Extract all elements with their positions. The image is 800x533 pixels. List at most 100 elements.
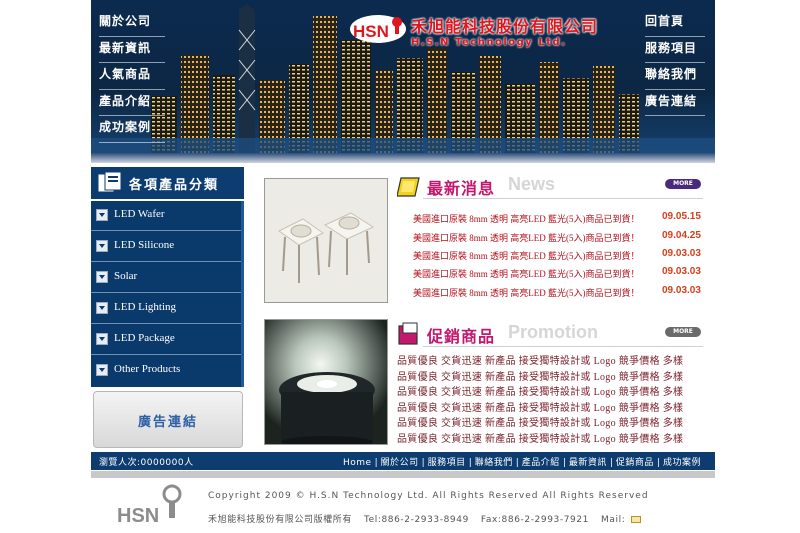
category-item-label: Solar — [114, 270, 138, 282]
svg-text:HSN: HSN — [353, 22, 389, 41]
promotion-item[interactable]: 品質優良 交貨迅速 新產品 接受獨特設計或 Logo 競爭價格 多樣 — [397, 368, 703, 383]
promotion-title-cn: 促銷商品 — [427, 327, 496, 346]
nav-separator: | — [515, 458, 519, 468]
visitor-counter: 瀏覽人次:0000000人 — [99, 458, 194, 468]
news-item-title: 美國進口原裝 8mm 透明 高亮LED 藍光(5入)商品已到貨！ — [413, 288, 640, 298]
news-title-en: News — [508, 174, 556, 194]
nav-separator: | — [421, 458, 425, 468]
category-item-led-wafer[interactable]: LED Wafer — [91, 201, 241, 231]
nav-services[interactable]: 服務項目 — [645, 37, 705, 63]
promotion-divider — [423, 346, 703, 347]
promotion-item[interactable]: 品質優良 交貨迅速 新產品 接受獨特設計或 Logo 競爭價格 多樣 — [397, 352, 703, 367]
category-item-label: LED Silicone — [114, 239, 175, 251]
nav-success-cases[interactable]: 成功案例 — [99, 116, 165, 143]
header-banner: 關於公司 最新資訊 人氣商品 產品介紹 成功案例 HSN 禾旭能科技股份有限公司… — [91, 0, 715, 153]
news-item-date: 09.04.25 — [662, 230, 701, 241]
bottom-nav-about[interactable]: 關於公司 — [381, 458, 419, 468]
news-icon — [397, 177, 420, 197]
category-item-led-silicone[interactable]: LED Silicone — [91, 232, 241, 262]
news-section-header: 最新消息 News MORE — [397, 174, 703, 199]
category-item-led-package[interactable]: LED Package — [91, 325, 241, 355]
led-lamp-photo — [264, 319, 388, 445]
chevron-down-icon — [96, 364, 108, 376]
hsn-logo: HSN — [350, 15, 406, 43]
promotion-item[interactable]: 品質優良 交貨迅速 新產品 接受獨特設計或 Logo 競爭價格 多樣 — [397, 414, 703, 429]
news-divider — [423, 198, 703, 199]
bottom-nav-success-cases[interactable]: 成功案例 — [663, 458, 701, 468]
news-item-title: 美國進口原裝 8mm 透明 高亮LED 藍光(5入)商品已到貨！ — [413, 233, 640, 243]
news-item-title: 美國進口原裝 8mm 透明 高亮LED 藍光(5入)商品已到貨！ — [413, 251, 640, 261]
category-item-solar[interactable]: Solar — [91, 263, 241, 293]
news-more-button[interactable]: MORE — [665, 179, 701, 189]
news-item-title: 美國進口原裝 8mm 透明 高亮LED 藍光(5入)商品已到貨！ — [413, 214, 640, 224]
news-item-date: 09.05.15 — [662, 211, 701, 222]
category-sidebar: 各項產品分類 LED Wafer LED Silicone Solar LED … — [91, 167, 244, 387]
nav-about[interactable]: 關於公司 — [99, 10, 165, 37]
news-item[interactable]: 美國進口原裝 8mm 透明 高亮LED 藍光(5入)商品已到貨！ 09.03.0… — [413, 285, 705, 303]
news-item[interactable]: 美國進口原裝 8mm 透明 高亮LED 藍光(5入)商品已到貨！ 09.03.0… — [413, 266, 705, 284]
company-name: 禾旭能科技股份有限公司版權所有 — [208, 515, 353, 525]
chevron-down-icon — [96, 271, 108, 283]
category-title: 各項產品分類 — [129, 178, 220, 193]
promotion-item[interactable]: 品質優良 交貨迅速 新產品 接受獨特設計或 Logo 競爭價格 多樣 — [397, 430, 703, 445]
bottom-nav-promotion[interactable]: 促銷商品 — [616, 458, 654, 468]
header-divider — [91, 153, 715, 163]
promotion-section-header: 促銷商品 Promotion MORE — [397, 322, 703, 347]
nav-separator: | — [656, 458, 660, 468]
nav-separator: | — [609, 458, 613, 468]
news-item-date: 09.03.03 — [662, 248, 701, 259]
mail-label: Mail: — [601, 515, 626, 525]
bottom-nav-contact[interactable]: 聯絡我們 — [475, 458, 513, 468]
hsn-logo: HSN — [117, 484, 182, 526]
chevron-down-icon — [96, 302, 108, 314]
promotion-icon — [398, 322, 418, 345]
news-item[interactable]: 美國進口原裝 8mm 透明 高亮LED 藍光(5入)商品已到貨！ 09.04.2… — [413, 230, 705, 248]
footer-divider — [91, 471, 715, 478]
nav-latest-info[interactable]: 最新資訊 — [99, 37, 165, 63]
telephone: Tel:886-2-2933-8949 — [364, 515, 469, 525]
news-item[interactable]: 美國進口原裝 8mm 透明 高亮LED 藍光(5入)商品已到貨！ 09.03.0… — [413, 248, 705, 266]
bottom-nav-bar: 瀏覽人次:0000000人 Home | 關於公司 | 服務項目 | 聯絡我們 | 產品介紹 | 最… — [91, 452, 715, 470]
category-item-label: LED Wafer — [114, 208, 165, 220]
category-list: LED Wafer LED Silicone Solar LED Lightin… — [91, 201, 244, 387]
promotion-item[interactable]: 品質優良 交貨迅速 新產品 接受獨特設計或 Logo 競爭價格 多樣 — [397, 383, 703, 398]
news-item-date: 09.03.03 — [662, 266, 701, 277]
nav-separator: | — [562, 458, 566, 468]
nav-separator: | — [374, 458, 378, 468]
category-item-label: LED Lighting — [114, 301, 177, 313]
bottom-nav-product-intro[interactable]: 產品介紹 — [522, 458, 560, 468]
bottom-nav-services[interactable]: 服務項目 — [428, 458, 466, 468]
bottom-nav-latest-info[interactable]: 最新資訊 — [569, 458, 607, 468]
led-product-photo — [264, 178, 388, 303]
category-item-label: LED Package — [114, 332, 175, 344]
copyright-text: Copyright 2009 © H.S.N Technology Ltd. A… — [208, 491, 649, 501]
category-item-other-products[interactable]: Other Products — [91, 356, 241, 386]
nav-separator: | — [468, 458, 472, 468]
bottom-nav-home[interactable]: Home — [343, 458, 372, 468]
news-item-title: 美國進口原裝 8mm 透明 高亮LED 藍光(5入)商品已到貨！ — [413, 269, 640, 279]
nav-ad-links[interactable]: 廣告連結 — [645, 90, 705, 116]
chevron-down-icon — [96, 240, 108, 252]
company-contact: 禾旭能科技股份有限公司版權所有 Tel:886-2-2933-8949 Fax:88… — [208, 512, 653, 525]
svg-text:HSN: HSN — [117, 505, 159, 526]
brand-name-cn: 禾旭能科技股份有限公司 — [411, 17, 599, 36]
category-item-led-lighting[interactable]: LED Lighting — [91, 294, 241, 324]
category-item-label: Other Products — [114, 363, 181, 375]
mail-icon[interactable] — [631, 516, 642, 523]
ad-links-label: 廣告連結 — [137, 415, 198, 430]
nav-contact[interactable]: 聯絡我們 — [645, 63, 705, 90]
nav-product-intro[interactable]: 產品介紹 — [99, 90, 165, 116]
promotion-item[interactable]: 品質優良 交貨迅速 新產品 接受獨特設計或 Logo 競爭價格 多樣 — [397, 399, 703, 414]
promotion-title-en: Promotion — [508, 322, 598, 342]
promotion-more-button[interactable]: MORE — [665, 327, 701, 337]
nav-popular-products[interactable]: 人氣商品 — [99, 63, 165, 90]
nav-home[interactable]: 回首頁 — [645, 10, 705, 37]
category-icon — [97, 171, 122, 193]
category-header: 各項產品分類 — [91, 167, 244, 199]
news-item[interactable]: 美國進口原裝 8mm 透明 高亮LED 藍光(5入)商品已到貨！ 09.05.1… — [413, 211, 705, 229]
fax: Fax:886-2-2993-7921 — [480, 515, 590, 525]
ad-links-button[interactable]: 廣告連結 — [93, 391, 243, 448]
bottom-nav: Home | 關於公司 | 服務項目 | 聯絡我們 | 產品介紹 | 最新資訊 | 促銷商品 | 成功案例 — [343, 455, 701, 468]
brand-name-en: H.S.N Technology Ltd. — [411, 37, 567, 48]
news-item-date: 09.03.03 — [662, 285, 701, 296]
